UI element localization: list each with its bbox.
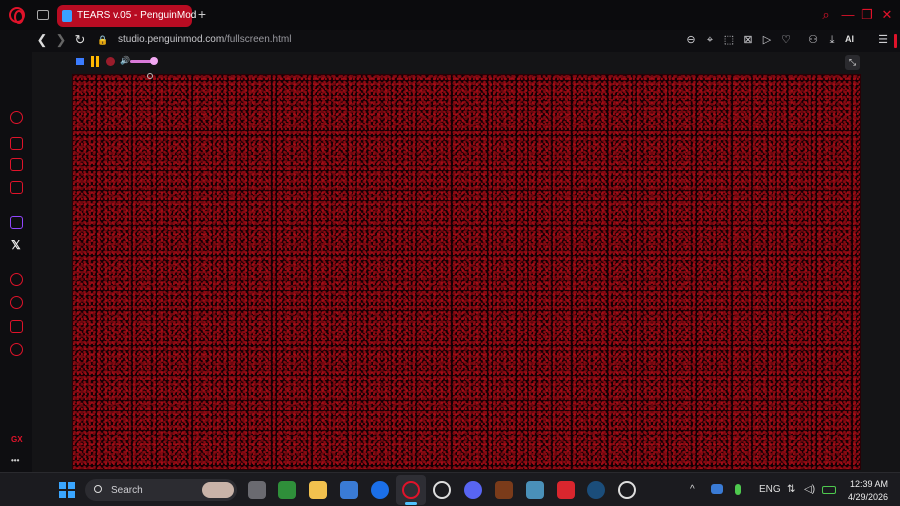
chatgpt-icon[interactable]: [433, 481, 451, 499]
gx-control-icon[interactable]: [10, 111, 23, 124]
aria-ai-button[interactable]: AI: [845, 34, 854, 44]
search-tabs-icon[interactable]: ⌕: [819, 8, 833, 22]
active-app-indicator: [405, 502, 417, 505]
twitch-icon[interactable]: [10, 216, 23, 229]
address-bar: ❮ ❯ ↻ 🔒 studio.penguinmod.com/fullscreen…: [0, 30, 900, 52]
task-view-icon[interactable]: [248, 481, 266, 499]
clock-date[interactable]: 4/29/2026: [843, 492, 888, 502]
gx-cleaner-icon[interactable]: [10, 158, 23, 171]
url-path: /fullscreen.html: [224, 34, 292, 45]
file-explorer-icon[interactable]: [309, 481, 327, 499]
stop-button[interactable]: [106, 57, 115, 66]
speaker-icon[interactable]: ◁): [804, 484, 815, 495]
microsoft-store-icon[interactable]: [340, 481, 358, 499]
battery-icon[interactable]: [822, 486, 836, 494]
notepad-app-icon[interactable]: [278, 481, 296, 499]
new-tab-button[interactable]: +: [195, 7, 209, 21]
forward-button[interactable]: ❯: [54, 32, 68, 48]
steam-icon[interactable]: [587, 481, 605, 499]
project-stage[interactable]: [72, 73, 861, 470]
tab-bar: TEARS v.05 - PenguinMod + ⌕ — ❐ ✕: [0, 0, 900, 30]
page-content: 🔊 ⤡: [32, 52, 900, 472]
gx-corner-icon[interactable]: [10, 137, 23, 150]
menu-icon[interactable]: ☰: [876, 33, 890, 47]
tab-islands-icon[interactable]: [37, 10, 49, 20]
sidebar-more-icon[interactable]: •••: [11, 456, 19, 465]
onedrive-icon[interactable]: [711, 484, 723, 494]
obs-icon[interactable]: [618, 481, 636, 499]
browser-window: TEARS v.05 - PenguinMod + ⌕ — ❐ ✕ ❮ ❯ ↻ …: [0, 0, 900, 506]
search-highlight-image: [202, 482, 234, 498]
tab-active[interactable]: TEARS v.05 - PenguinMod: [57, 5, 196, 27]
discord-icon[interactable]: [464, 481, 482, 499]
minimize-button[interactable]: —: [841, 8, 855, 22]
accent-edge: [894, 34, 897, 48]
snapshot-icon[interactable]: ⬚: [722, 33, 736, 47]
zalo-icon[interactable]: [371, 481, 389, 499]
url-field[interactable]: studio.penguinmod.com/fullscreen.html: [118, 34, 291, 45]
opera-gx-logo-icon[interactable]: [9, 7, 25, 24]
wps-office-icon[interactable]: [557, 481, 575, 499]
lock-icon[interactable]: 🔒: [96, 32, 110, 48]
pause-button[interactable]: [90, 56, 100, 67]
send-icon[interactable]: ▷: [760, 33, 774, 47]
pin-icon[interactable]: ⌖: [703, 33, 717, 47]
profile-icon[interactable]: ⚇: [806, 33, 820, 47]
settings-gear-icon[interactable]: [10, 343, 23, 356]
search-label: Search: [111, 485, 143, 496]
extensions-icon[interactable]: [10, 320, 23, 333]
network-icon[interactable]: ⇅: [787, 484, 795, 495]
windows-start-icon[interactable]: [59, 482, 75, 498]
maximize-button[interactable]: ❐: [860, 8, 874, 22]
close-button[interactable]: ✕: [880, 8, 894, 22]
opera-gx-icon: [402, 481, 420, 499]
download-icon[interactable]: ⤓: [825, 33, 839, 47]
remote-desktop-icon[interactable]: [526, 481, 544, 499]
fullscreen-toggle-icon[interactable]: ⤡: [845, 55, 860, 70]
clock-time[interactable]: 12:39 AM: [848, 479, 888, 489]
twitter-x-icon[interactable]: 𝕏: [11, 238, 21, 252]
search-icon: [94, 485, 102, 493]
mouse-cursor-icon: [147, 73, 153, 79]
player-icon[interactable]: [10, 273, 23, 286]
volume-slider-handle[interactable]: [150, 57, 158, 65]
adblock-icon[interactable]: ⊠: [741, 33, 755, 47]
gx-label[interactable]: GX: [11, 435, 23, 444]
tray-overflow-icon[interactable]: ^: [690, 484, 695, 495]
volume-icon[interactable]: 🔊: [120, 56, 130, 65]
microphone-icon[interactable]: [735, 484, 741, 495]
heart-icon[interactable]: ♡: [779, 33, 793, 47]
back-button[interactable]: ❮: [35, 32, 49, 48]
zoom-icon[interactable]: ⊖: [684, 33, 698, 47]
green-flag-icon[interactable]: [76, 58, 84, 65]
game-app-icon[interactable]: [495, 481, 513, 499]
reload-button[interactable]: ↻: [73, 32, 87, 48]
gx-mods-icon[interactable]: [10, 181, 23, 194]
penguinmod-favicon-icon: [62, 10, 72, 22]
history-icon[interactable]: [10, 296, 23, 309]
language-indicator[interactable]: ENG: [759, 484, 781, 495]
sidebar: 𝕏 GX •••: [0, 52, 32, 472]
taskbar: Search ^ ENG ⇅ ◁) 12:39 AM 4/29/2026: [0, 472, 900, 506]
tab-title: TEARS v.05 - PenguinMod: [77, 10, 197, 21]
taskbar-search[interactable]: Search: [85, 479, 237, 501]
url-host: studio.penguinmod.com: [118, 34, 225, 45]
